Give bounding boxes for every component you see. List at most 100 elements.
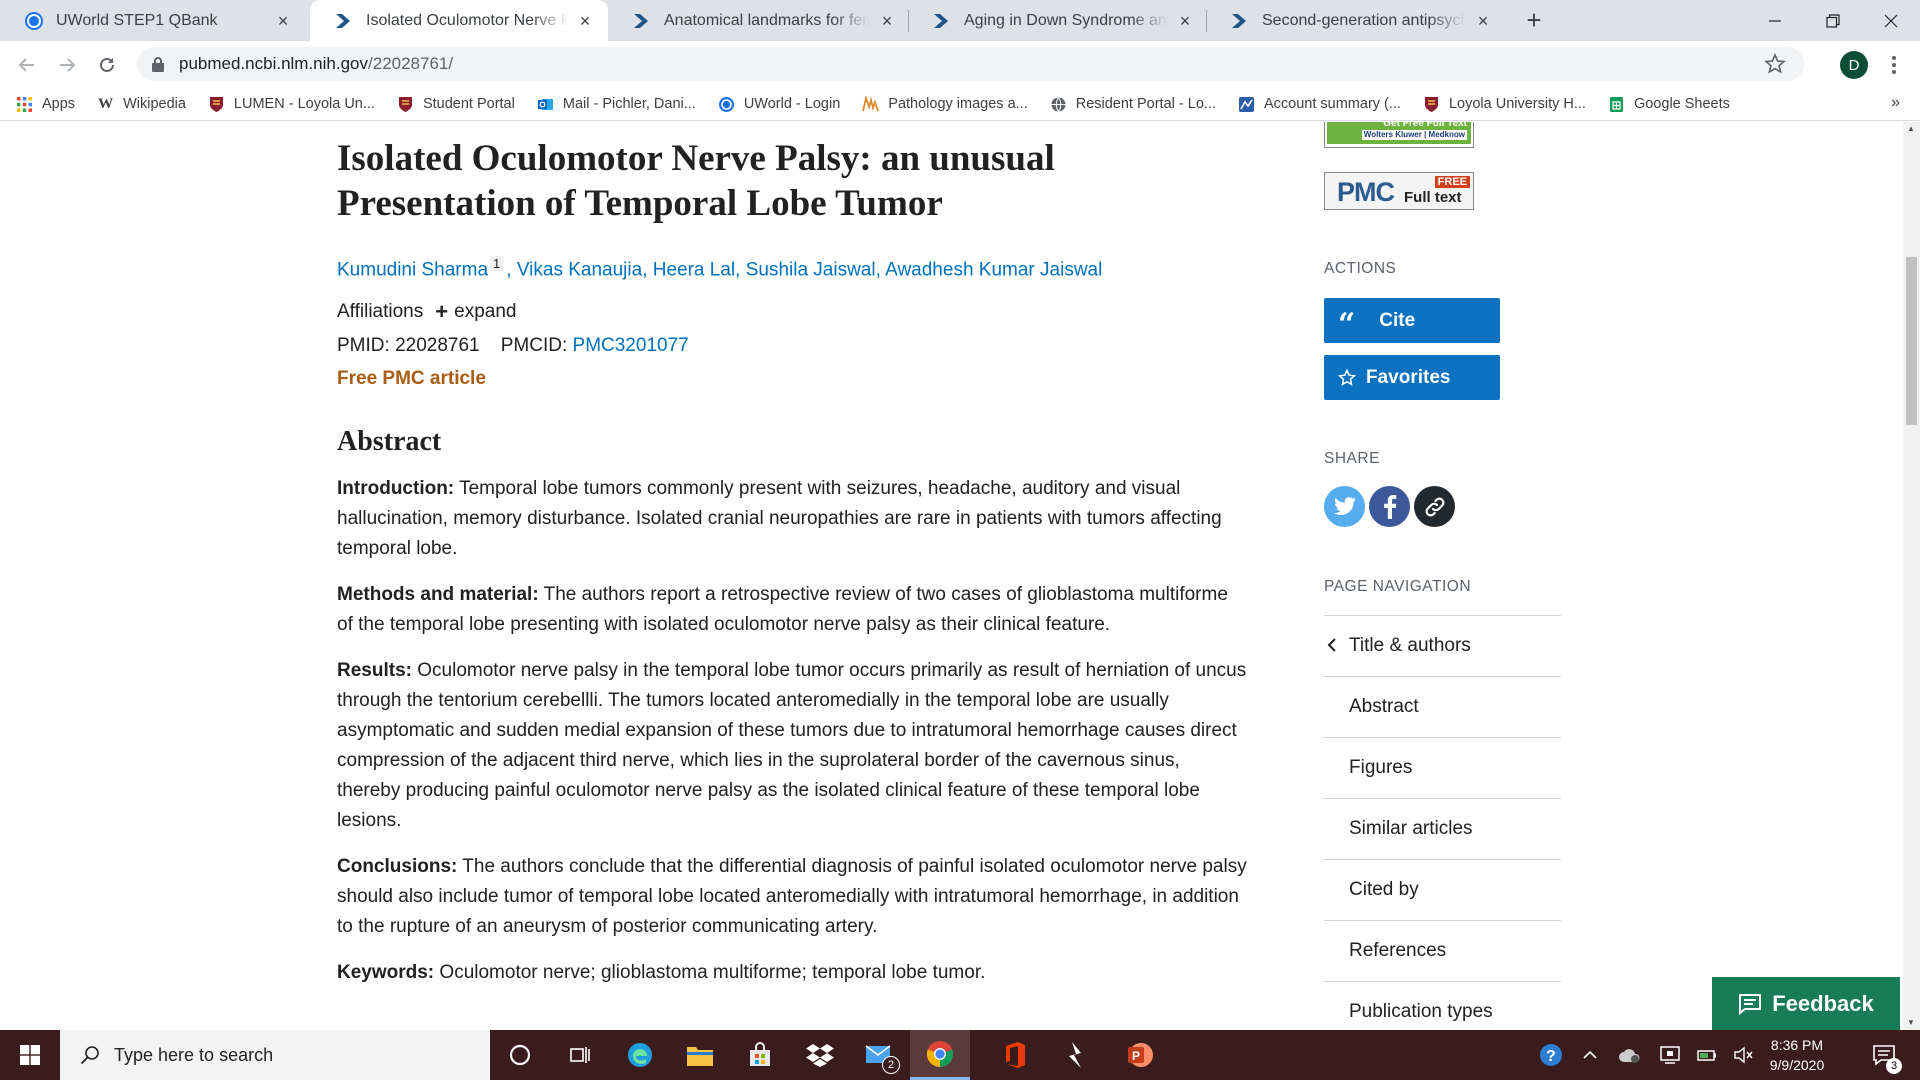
copy-permalink-button[interactable] [1414,486,1455,527]
tray-battery[interactable] [1693,1030,1723,1080]
author-link[interactable]: Kumudini Sharma [337,259,488,280]
taskbar-search-box[interactable]: Type here to search [60,1030,490,1080]
nav-title-authors[interactable]: Title & authors [1324,616,1561,677]
author-link[interactable]: Awadhesh Kumar Jaiswal [885,259,1102,280]
pmcid-link[interactable]: PMC3201077 [573,335,689,356]
taskbar-mail[interactable]: 2 [850,1030,910,1080]
forward-button[interactable] [51,49,83,81]
taskbar-store[interactable] [730,1030,790,1080]
nav-figures[interactable]: Figures [1324,738,1561,799]
bookmark-student-portal[interactable]: Student Portal [397,96,515,113]
nav-item-label: Cited by [1349,879,1419,900]
expand-plus-icon[interactable]: + [435,299,448,325]
taskbar-file-explorer[interactable] [670,1030,730,1080]
bookmark-lumen[interactable]: LUMEN - Loyola Un... [208,96,375,113]
linkout-pmc-full-text[interactable]: PMC FREE Full text [1324,172,1474,210]
share-facebook-button[interactable] [1369,486,1410,527]
folder-icon [687,1047,713,1066]
affiliation-ref[interactable]: 1 [490,256,504,271]
taskbar-powerpoint[interactable]: P [1110,1030,1170,1080]
author-link[interactable]: Vikas Kanaujia [517,259,642,280]
tab-active-article[interactable]: Isolated Oculomotor Nerve Palsy: an unus… [310,0,608,41]
close-tab-icon[interactable]: × [576,12,594,30]
taskbar-clock[interactable]: 8:36 PM 9/9/2020 [1752,1035,1842,1075]
task-view-button[interactable] [550,1030,610,1080]
taskbar-app-s[interactable] [1045,1030,1105,1080]
profile-avatar[interactable]: D [1840,51,1868,79]
bookmark-label: Pathology images a... [888,96,1028,112]
minimize-button[interactable] [1746,0,1804,41]
nav-item-label: Title & authors [1349,635,1471,656]
office-icon [1006,1042,1025,1068]
tray-help-button[interactable]: ? [1535,1030,1567,1080]
restore-button[interactable] [1804,0,1862,41]
tray-overflow-button[interactable] [1578,1030,1602,1080]
cite-button[interactable]: “ Cite [1324,298,1500,343]
tab-uworld[interactable]: UWorld STEP1 QBank × [0,0,306,41]
chevron-up-icon [1583,1050,1597,1059]
close-window-button[interactable] [1862,0,1920,41]
bookmarks-overflow-icon[interactable]: » [1891,94,1900,112]
tab-femoral[interactable]: Anatomical landmarks for femoral × [608,0,910,41]
share-twitter-button[interactable] [1324,486,1365,527]
bookmark-resident-portal[interactable]: Resident Portal - Lo... [1050,96,1216,113]
bookmark-wikipedia[interactable]: W Wikipedia [97,96,186,113]
action-center-button[interactable]: 3 [1864,1030,1904,1080]
taskbar-office[interactable] [985,1030,1045,1080]
start-button[interactable] [0,1030,60,1080]
menu-kebab-icon[interactable] [1884,55,1904,75]
back-button[interactable] [11,49,43,81]
pmc-brand: PMC [1337,177,1395,207]
bookmark-uworld[interactable]: UWorld - Login [718,96,840,113]
nav-similar-articles[interactable]: Similar articles [1324,799,1561,860]
nav-cited-by[interactable]: Cited by [1324,860,1561,921]
address-bar[interactable]: pubmed.ncbi.nlm.nih.gov/22028761/ [137,47,1804,81]
bookmark-mail[interactable]: Mail - Pichler, Dani... [537,96,696,113]
feedback-button[interactable]: Feedback [1712,977,1900,1030]
bookmark-google-sheets[interactable]: Google Sheets [1608,96,1730,113]
tab-antipsychotic[interactable]: Second-generation antipsychotic × [1206,0,1506,41]
cortana-button[interactable] [490,1030,550,1080]
bookmark-pathology[interactable]: Pathology images a... [862,95,1028,113]
nav-publication-types[interactable]: Publication types [1324,982,1561,1030]
bookmark-star-icon[interactable] [1764,53,1786,75]
reload-button[interactable] [91,49,123,81]
pubmed-icon [634,13,648,28]
nav-abstract[interactable]: Abstract [1324,677,1561,738]
author-link[interactable]: Sushila Jaiswal [746,259,876,280]
forward-arrow-icon [60,58,76,72]
close-tab-icon[interactable]: × [1474,12,1492,30]
taskbar-dropbox[interactable] [790,1030,850,1080]
scroll-up-arrow-icon[interactable]: ▲ [1907,124,1916,133]
nav-references[interactable]: References [1324,921,1561,982]
expand-affiliations-button[interactable]: expand [454,301,516,323]
taskbar-chrome[interactable] [910,1030,970,1080]
tab-title: UWorld STEP1 QBank [56,11,218,29]
favorites-button[interactable]: Favorites [1324,355,1500,400]
page-navigation-label: PAGE NAVIGATION [1324,578,1472,595]
new-tab-button[interactable]: + [1520,7,1548,35]
bookmark-apps[interactable]: Apps [16,96,75,113]
tab-down-syndrome[interactable]: Aging in Down Syndrome and the × [908,0,1208,41]
article-title: Isolated Oculomotor Nerve Palsy: an unus… [337,138,1055,224]
bookmark-account-summary[interactable]: Account summary (... [1238,96,1401,113]
section-label: Introduction: [337,478,455,500]
tray-onedrive[interactable] [1615,1030,1645,1080]
page-scrollbar[interactable]: ▲ ▼ [1903,122,1920,1030]
affiliations-label: Affiliations [337,301,424,323]
linkout-wolters-kluwer[interactable]: Get Free Full Text Wolters Kluwer | Medk… [1324,122,1474,148]
share-label: SHARE [1324,450,1380,467]
bookmark-label: Wikipedia [123,96,186,112]
google-sheets-icon [1609,96,1623,112]
close-tab-icon[interactable]: × [878,12,896,30]
taskbar-edge[interactable] [610,1030,670,1080]
tray-device[interactable] [1655,1030,1685,1080]
svg-text:P: P [1132,1049,1140,1063]
bookmark-loyola-university[interactable]: Loyola University H... [1423,96,1586,113]
windows-taskbar: Type here to search 2 P ? 8:36 PM 9/9/20… [0,1030,1920,1080]
author-link[interactable]: Heera Lal [653,259,735,280]
close-tab-icon[interactable]: × [274,12,292,30]
scrollbar-thumb[interactable] [1906,257,1917,425]
scroll-down-arrow-icon[interactable]: ▼ [1907,1018,1916,1027]
close-tab-icon[interactable]: × [1176,12,1194,30]
